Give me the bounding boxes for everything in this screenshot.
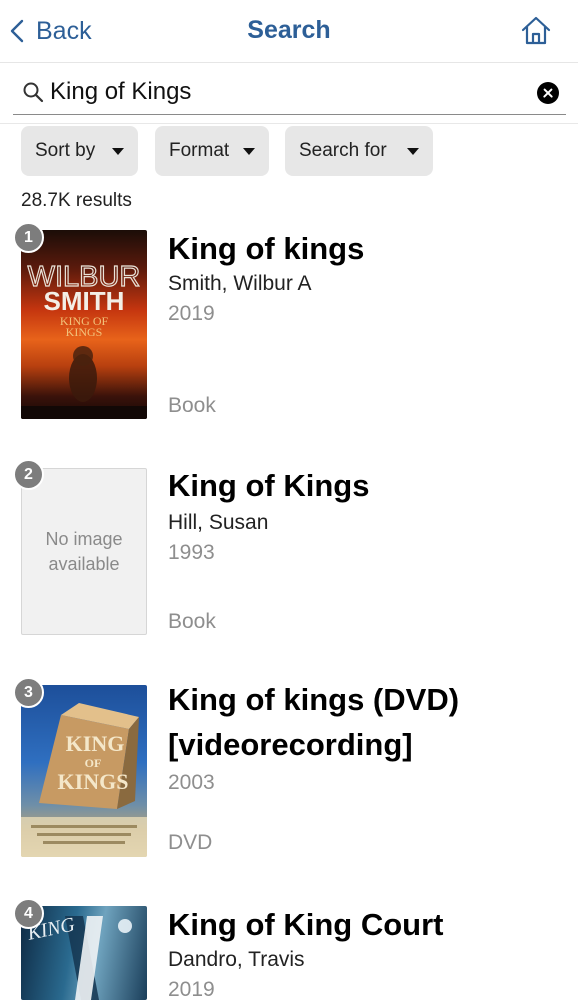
navigation-bar: Back Search — [0, 0, 578, 63]
rank-badge: 4 — [13, 898, 44, 929]
dvd-cover-image: KING OF KINGS — [21, 685, 147, 857]
result-item[interactable]: 4 KING King of King Court Dandro, Travis… — [0, 898, 578, 1001]
result-item[interactable]: 1 WILBUR SMITH KING OF KINGS King of kin… — [0, 222, 578, 432]
result-year: 2019 — [168, 978, 215, 1001]
cover-title-line1: KING — [66, 731, 125, 756]
search-bar — [13, 70, 566, 115]
rank-badge: 1 — [13, 222, 44, 253]
cover-title-line3: KINGS — [58, 769, 129, 794]
result-format: Book — [168, 394, 216, 417]
caret-down-icon — [407, 148, 419, 155]
cover-title-line2: OF — [85, 756, 102, 770]
result-title: King of King Court — [168, 907, 444, 942]
rank-badge: 2 — [13, 459, 44, 490]
result-year: 2003 — [168, 771, 215, 794]
results-count: 28.7K results — [21, 190, 132, 211]
result-title: King of kings (DVD) [videorecording] — [168, 682, 460, 762]
search-for-button[interactable]: Search for — [285, 126, 433, 176]
sort-by-button[interactable]: Sort by — [21, 126, 138, 176]
format-filter-button[interactable]: Format — [155, 126, 269, 176]
result-format: Book — [168, 610, 216, 633]
home-icon — [521, 16, 551, 45]
rank-badge: 3 — [13, 677, 44, 708]
caret-down-icon — [243, 148, 255, 155]
book-cover-image: WILBUR SMITH KING OF KINGS — [21, 230, 147, 419]
cover-author-line2: SMITH — [44, 286, 125, 316]
search-for-label: Search for — [299, 140, 387, 161]
result-author: Hill, Susan — [168, 511, 269, 534]
search-input[interactable] — [50, 74, 520, 110]
format-filter-label: Format — [169, 140, 230, 161]
home-button[interactable] — [519, 15, 553, 47]
result-year: 1993 — [168, 541, 215, 564]
no-image-text: No image available — [45, 528, 123, 574]
cover-title-line2: KINGS — [66, 325, 103, 339]
result-item[interactable]: 3 KING OF KINGS King of kings (DVD) [vid… — [0, 677, 578, 882]
no-image-placeholder: No image available — [21, 468, 147, 635]
search-icon — [23, 82, 44, 103]
result-title: King of Kings — [168, 468, 370, 503]
result-item[interactable]: 2 No image available King of Kings Hill,… — [0, 459, 578, 659]
page-title: Search — [247, 16, 331, 44]
divider — [0, 123, 578, 124]
result-title: King of kings — [168, 231, 365, 266]
result-format: DVD — [168, 831, 213, 854]
caret-down-icon — [112, 148, 124, 155]
clear-search-icon[interactable] — [537, 82, 559, 104]
sort-by-label: Sort by — [35, 140, 96, 161]
result-author: Dandro, Travis — [168, 948, 305, 971]
result-year: 2019 — [168, 302, 215, 325]
result-author: Smith, Wilbur A — [168, 272, 312, 295]
